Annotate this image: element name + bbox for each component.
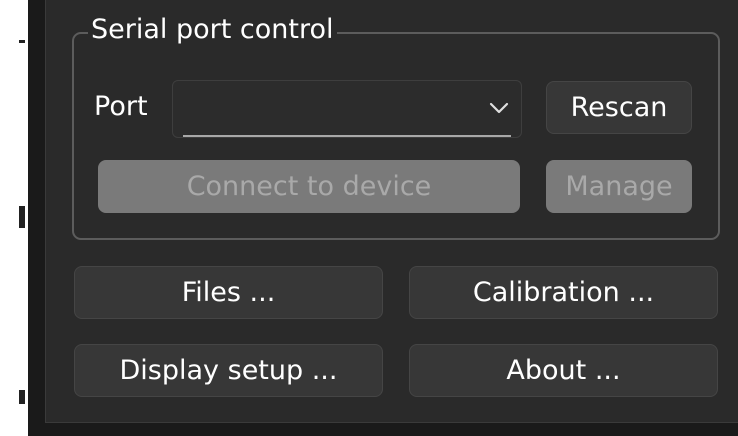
- edge-mark: [19, 390, 25, 404]
- files-button[interactable]: Files ...: [74, 266, 383, 319]
- edge-mark: [19, 40, 25, 43]
- outer-window-edge: [0, 0, 28, 436]
- calibration-button[interactable]: Calibration ...: [409, 266, 718, 319]
- edge-mark: [19, 206, 25, 228]
- connect-to-device-button[interactable]: Connect to device: [98, 160, 520, 213]
- port-label: Port: [94, 91, 148, 122]
- display-setup-button[interactable]: Display setup ...: [74, 344, 383, 397]
- manage-button[interactable]: Manage: [546, 160, 692, 213]
- chevron-down-icon: [489, 102, 509, 114]
- port-dropdown-underline: [183, 135, 511, 137]
- about-button[interactable]: About ...: [409, 344, 718, 397]
- rescan-button[interactable]: Rescan: [546, 81, 692, 134]
- serial-port-group-title: Serial port control: [88, 12, 337, 48]
- port-dropdown[interactable]: [172, 80, 522, 138]
